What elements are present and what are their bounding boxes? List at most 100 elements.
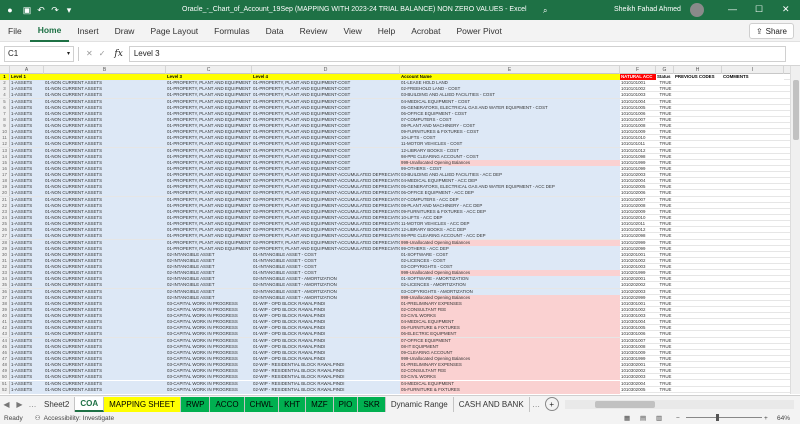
row-number[interactable]: 18 xyxy=(0,178,10,185)
cell-b[interactable]: 01-NON CURRENT ASSETS xyxy=(44,245,166,252)
cell-a[interactable]: 1-ASSETS xyxy=(10,214,44,221)
cell-e[interactable]: 09-CLEARING ACCOUNT xyxy=(400,349,620,356)
cell-c[interactable]: 01-PROPERTY, PLANT AND EQUIPMENT xyxy=(166,227,252,234)
cell-g[interactable]: TRUE xyxy=(656,92,674,98)
maximize-icon[interactable]: ☐ xyxy=(755,4,763,15)
cell-i[interactable] xyxy=(722,331,784,337)
row-number[interactable]: 51 xyxy=(0,380,10,387)
cell-i[interactable] xyxy=(722,270,784,276)
row-number[interactable]: 24 xyxy=(0,214,10,221)
tab-insert[interactable]: Insert xyxy=(69,20,106,42)
cell-f[interactable]: 1010101007 xyxy=(620,117,656,123)
cell-i[interactable] xyxy=(722,282,784,288)
cell-c[interactable]: 03-CAPITAL WORK IN PROGRESS xyxy=(166,319,252,326)
row-number[interactable]: 6 xyxy=(0,104,10,111)
row-number[interactable]: 5 xyxy=(0,98,10,105)
cell-f[interactable]: NATURAL ACC xyxy=(620,74,656,80)
cell-i[interactable] xyxy=(722,301,784,307)
cell-i[interactable] xyxy=(722,381,784,387)
row-number[interactable]: 11 xyxy=(0,135,10,142)
cell-a[interactable]: 1-ASSETS xyxy=(10,141,44,148)
cell-c[interactable]: 01-PROPERTY, PLANT AND EQUIPMENT xyxy=(166,221,252,228)
cell-i[interactable]: COMMENTS xyxy=(722,74,784,80)
scroll-thumb[interactable] xyxy=(594,400,655,408)
cell-f[interactable]: 1010301999 xyxy=(620,356,656,362)
cell-a[interactable]: 1-ASSETS xyxy=(10,264,44,271)
cell-h[interactable] xyxy=(674,135,722,141)
cell-f[interactable]: 1010302002 xyxy=(620,368,656,374)
cell-f[interactable]: 1010201002 xyxy=(620,258,656,264)
cell-e[interactable]: 11-MOTOR VEHICLES - COST xyxy=(400,141,620,148)
cell-f[interactable]: 1010101099 xyxy=(620,166,656,172)
cell-g[interactable]: TRUE xyxy=(656,301,674,307)
share-button[interactable]: ⇪ Share xyxy=(748,23,794,39)
cell-e[interactable]: 01-PRELIMINARY EXPENSES xyxy=(400,362,620,369)
cell-i[interactable] xyxy=(722,105,784,111)
cell-g[interactable]: TRUE xyxy=(656,374,674,380)
cell-i[interactable] xyxy=(722,221,784,227)
cell-b[interactable]: 01-NON CURRENT ASSETS xyxy=(44,349,166,356)
cell-b[interactable]: 01-NON CURRENT ASSETS xyxy=(44,306,166,313)
cell-a[interactable]: 1-ASSETS xyxy=(10,337,44,344)
row-number[interactable]: 20 xyxy=(0,190,10,197)
cell-b[interactable]: 01-NON CURRENT ASSETS xyxy=(44,86,166,93)
cell-g[interactable]: TRUE xyxy=(656,190,674,196)
cell-c[interactable]: 01-PROPERTY, PLANT AND EQUIPMENT xyxy=(166,80,252,87)
cell-c[interactable]: 03-CAPITAL WORK IN PROGRESS xyxy=(166,300,252,307)
cell-b[interactable]: 01-NON CURRENT ASSETS xyxy=(44,251,166,258)
cell-g[interactable]: TRUE xyxy=(656,233,674,239)
cell-d[interactable]: 01-PROPERTY, PLANT AND EQUIPMENT-COST xyxy=(252,147,400,154)
cell-f[interactable]: 1010301006 xyxy=(620,331,656,337)
cell-b[interactable]: 01-NON CURRENT ASSETS xyxy=(44,178,166,185)
cell-b[interactable]: 01-NON CURRENT ASSETS xyxy=(44,159,166,166)
sheet-tab-pio[interactable]: PIO xyxy=(333,396,359,412)
cell-f[interactable]: 1010101010 xyxy=(620,135,656,141)
cell-d[interactable]: 01-WIP - OPD BLOCK RAWALPINDI xyxy=(252,325,400,332)
cell-c[interactable]: 02-INTANGIBLE ASSET xyxy=(166,294,252,301)
cell-a[interactable]: 1-ASSETS xyxy=(10,343,44,350)
cell-e[interactable]: 10-LIFTS - COST xyxy=(400,135,620,142)
tab-page-layout[interactable]: Page Layout xyxy=(142,20,206,42)
cell-e[interactable]: Account Name xyxy=(400,74,620,80)
cell-d[interactable]: 02-INTANGIBLE ASSET - AMORTIZATION xyxy=(252,288,400,295)
cell-e[interactable]: 02-CONSULTANT FEE xyxy=(400,306,620,313)
cell-e[interactable]: 03-COPYRIGHTS - COST xyxy=(400,264,620,271)
cell-i[interactable] xyxy=(722,387,784,393)
sheet-tab-mapping-sheet[interactable]: MAPPING SHEET xyxy=(104,396,181,412)
cell-b[interactable]: 01-NON CURRENT ASSETS xyxy=(44,355,166,362)
cell-d[interactable]: 01-WIP - OPD BLOCK RAWALPINDI xyxy=(252,343,400,350)
cell-g[interactable]: TRUE xyxy=(656,215,674,221)
cell-g[interactable]: TRUE xyxy=(656,178,674,184)
cell-i[interactable] xyxy=(722,319,784,325)
cell-e[interactable]: 02-FREEHOLD LAND - COST xyxy=(400,86,620,93)
cell-g[interactable]: TRUE xyxy=(656,209,674,215)
tab-draw[interactable]: Draw xyxy=(107,20,143,42)
cell-e[interactable]: 01-LEASE HOLD LAND xyxy=(400,80,620,87)
cell-e[interactable]: 05-FURNITURE & FIXTURES xyxy=(400,386,620,393)
cell-a[interactable]: 1-ASSETS xyxy=(10,104,44,111)
cell-d[interactable]: 02-WIP - RESIDENTIAL BLOCK RAWALPINDI xyxy=(252,380,400,387)
cell-i[interactable] xyxy=(722,129,784,135)
row-number[interactable]: 42 xyxy=(0,325,10,332)
cell-c[interactable]: 02-INTANGIBLE ASSET xyxy=(166,251,252,258)
cell-h[interactable] xyxy=(674,160,722,166)
cell-i[interactable] xyxy=(722,135,784,141)
cell-b[interactable]: 01-NON CURRENT ASSETS xyxy=(44,153,166,160)
cell-f[interactable]: 1010302005 xyxy=(620,387,656,393)
cell-d[interactable]: 01-PROPERTY, PLANT AND EQUIPMENT-COST xyxy=(252,129,400,136)
cell-a[interactable]: 1-ASSETS xyxy=(10,349,44,356)
zoom-level[interactable]: 64% xyxy=(777,415,790,422)
cell-e[interactable]: 12-LIBRARY BOOKS - COST xyxy=(400,147,620,154)
cell-g[interactable]: TRUE xyxy=(656,289,674,295)
cell-a[interactable]: 1-ASSETS xyxy=(10,276,44,283)
cell-i[interactable] xyxy=(722,215,784,221)
cell-e[interactable]: 999-Unallocated Opening Balances xyxy=(400,294,620,301)
cell-f[interactable]: 1010302004 xyxy=(620,381,656,387)
sheet-tab-kht[interactable]: KHT xyxy=(279,396,307,412)
cell-a[interactable]: 1-ASSETS xyxy=(10,123,44,130)
cell-h[interactable] xyxy=(674,197,722,203)
row-number[interactable]: 53 xyxy=(0,392,10,394)
cell-b[interactable]: 01-NON CURRENT ASSETS xyxy=(44,80,166,87)
cell-f[interactable]: 1010102007 xyxy=(620,197,656,203)
cell-i[interactable] xyxy=(722,264,784,270)
